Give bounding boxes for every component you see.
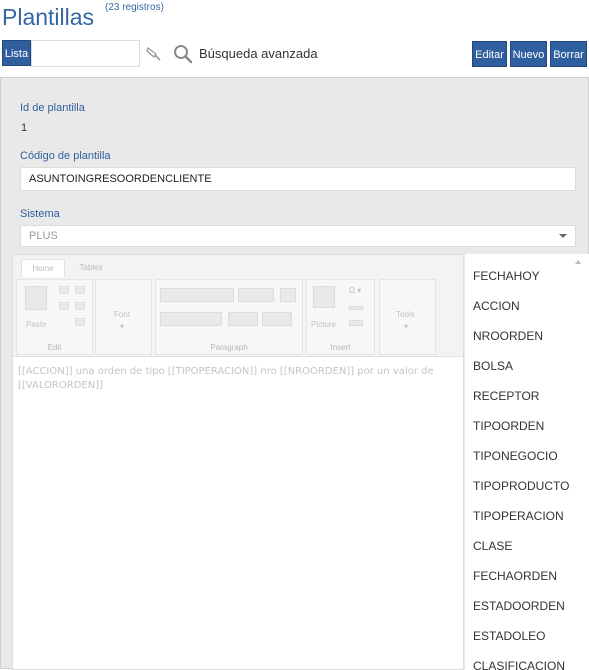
ribbon-group-paragraph-label: Paragraph — [210, 343, 248, 352]
paste-icon[interactable] — [25, 286, 47, 310]
system-select-value: PLUS — [29, 230, 58, 242]
edit-button[interactable]: Editar — [472, 41, 507, 67]
delete-button[interactable]: Borrar — [550, 41, 587, 67]
editor-ribbon: Home Tables Paste Edit Font ▾ Paragraph … — [13, 255, 463, 357]
variable-item[interactable]: TIPOORDEN — [473, 419, 544, 433]
variable-item[interactable]: ESTADOLEO — [473, 629, 545, 643]
variable-item[interactable]: NROORDEN — [473, 329, 543, 343]
ribbon-group-tools: Tools ▾ — [379, 279, 436, 355]
header: Plantillas (23 registros) — [0, 0, 589, 38]
clear-filter-icon[interactable] — [144, 44, 164, 64]
variable-item[interactable]: TIPONEGOCIO — [473, 449, 558, 463]
tools-menu-button[interactable]: Tools — [396, 310, 415, 319]
ribbon-group-edit-label: Edit — [47, 343, 62, 352]
font-menu-button[interactable]: Font — [114, 310, 130, 319]
font-chevron-icon: ▾ — [120, 322, 125, 331]
undo-icon[interactable] — [59, 302, 69, 310]
field-icon[interactable] — [349, 320, 363, 326]
symbol-icon[interactable]: Ω ▾ — [349, 286, 361, 295]
variable-item[interactable]: TIPOPRODUCTO — [473, 479, 569, 493]
picture-label: Picture — [311, 320, 336, 329]
id-value: 1 — [21, 122, 28, 134]
system-select[interactable]: PLUS — [20, 225, 576, 247]
variable-item[interactable]: TIPOPERACION — [473, 509, 564, 523]
search-icon[interactable] — [172, 43, 194, 65]
format-painter-icon[interactable] — [75, 318, 85, 326]
paste-label: Paste — [26, 320, 47, 329]
chevron-down-icon — [559, 234, 567, 238]
cut-icon[interactable] — [59, 286, 69, 294]
list-button[interactable]: Lista — [2, 40, 31, 66]
template-form-panel: Id de plantilla 1 Código de plantilla AS… — [0, 77, 589, 670]
scroll-up-icon[interactable] — [575, 260, 581, 264]
redo-icon[interactable] — [75, 302, 85, 310]
code-field[interactable]: ASUNTOINGRESOORDENCLIENTE — [20, 167, 576, 191]
toolbar: Lista Búsqueda avanzada Editar Nuevo Bor… — [0, 40, 589, 68]
variable-item[interactable]: FECHAORDEN — [473, 569, 557, 583]
code-label: Código de plantilla — [20, 150, 111, 162]
ribbon-group-edit: Paste Edit — [16, 279, 93, 355]
advanced-search-link[interactable]: Búsqueda avanzada — [199, 46, 318, 61]
shading-select[interactable] — [262, 312, 292, 326]
tools-chevron-icon: ▾ — [404, 322, 409, 331]
variable-item[interactable]: CLASIFICACION — [473, 659, 565, 670]
indent-select[interactable] — [160, 312, 222, 326]
ribbon-group-paragraph: Paragraph — [155, 279, 303, 355]
page-title: Plantillas — [2, 4, 95, 30]
tab-home[interactable]: Home — [21, 259, 65, 277]
search-input[interactable] — [31, 40, 140, 67]
variable-item[interactable]: ESTADOORDEN — [473, 599, 565, 613]
style-icon[interactable] — [280, 288, 296, 302]
ribbon-group-font: Font ▾ — [95, 279, 152, 355]
hr-icon[interactable] — [349, 306, 363, 310]
variable-item[interactable]: BOLSA — [473, 359, 513, 373]
system-label: Sistema — [20, 208, 60, 220]
new-button[interactable]: Nuevo — [510, 41, 547, 67]
record-count: (23 registros) — [105, 2, 164, 13]
ribbon-group-insert: Picture Ω ▾ Insert — [306, 279, 375, 355]
ribbon-group-insert-label: Insert — [330, 343, 351, 352]
border-select[interactable] — [228, 312, 258, 326]
variable-item[interactable]: RECEPTOR — [473, 389, 539, 403]
variable-item[interactable]: CLASE — [473, 539, 512, 553]
alignment-buttons[interactable] — [160, 288, 234, 302]
copy-icon[interactable] — [75, 286, 85, 294]
variable-item[interactable]: ACCION — [473, 299, 520, 313]
tab-tables[interactable]: Tables — [69, 259, 113, 277]
variables-list: FECHAHOY ACCION NROORDEN BOLSA RECEPTOR … — [465, 254, 589, 670]
editor-content[interactable]: [[ACCION]] una orden de tipo [[TIPOPERAC… — [18, 365, 458, 393]
id-label: Id de plantilla — [20, 102, 85, 114]
picture-icon[interactable] — [313, 286, 335, 308]
variable-item[interactable]: FECHAHOY — [473, 269, 540, 283]
list-buttons[interactable] — [238, 288, 274, 302]
rich-text-editor[interactable]: Home Tables Paste Edit Font ▾ Paragraph … — [12, 254, 464, 670]
